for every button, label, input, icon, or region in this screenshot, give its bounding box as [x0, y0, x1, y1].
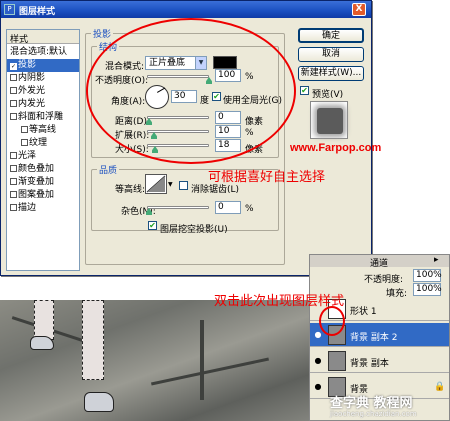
pavement-crack [150, 357, 270, 386]
style-list-item-label: 内阴影 [18, 73, 46, 83]
sneaker-right [84, 392, 114, 412]
style-checkbox[interactable] [10, 100, 17, 107]
style-list-item[interactable]: 光泽 [7, 150, 79, 163]
style-checkbox[interactable]: ✓ [10, 63, 17, 70]
leg-right [82, 300, 104, 380]
close-button[interactable]: X [352, 3, 366, 16]
style-list-item[interactable]: 内阴影 [7, 72, 79, 85]
cancel-button[interactable]: 取消 [298, 47, 364, 62]
watermark-text: 查字典 教程网 [330, 396, 413, 411]
drop-shadow-title: 投影 [91, 27, 114, 40]
quality-title: 品质 [97, 163, 120, 176]
contour-dropdown-arrow-icon[interactable]: ▼ [168, 180, 175, 190]
style-list-item[interactable]: 斜面和浮雕 [7, 111, 79, 124]
style-list-item[interactable]: 等高线 [7, 124, 79, 137]
style-checkbox[interactable] [10, 178, 17, 185]
eye-icon[interactable]: ● [313, 330, 323, 340]
preview-swatch [310, 101, 348, 139]
tab-channels[interactable]: 通道 [370, 256, 388, 269]
style-list-item-label: 图案叠加 [18, 190, 55, 200]
layer-opacity-label: 不透明度: [364, 275, 404, 285]
layer-fill-input[interactable]: 100% [413, 283, 442, 296]
style-list-item[interactable]: 颜色叠加 [7, 163, 79, 176]
layer-name[interactable]: 背景 副本 [350, 356, 389, 369]
layer-opacity-input[interactable]: 100% [413, 269, 442, 282]
style-list-item-label: 光泽 [18, 151, 37, 161]
style-list-item-label: 内发光 [18, 99, 46, 109]
leg-left [34, 300, 54, 340]
watermark-subtext: jiaocheng.chazidian.com [330, 410, 417, 418]
style-checkbox[interactable] [10, 165, 17, 172]
style-list-item[interactable]: 内发光 [7, 98, 79, 111]
contour-curve-icon [146, 175, 166, 193]
layer-thumbnail[interactable] [328, 351, 346, 371]
background-photo [0, 300, 310, 421]
style-list-item-label: 等高线 [29, 125, 57, 135]
style-list: 样式 混合选项:默认 ✓ 投影 内阴影 外发光 内发光 斜面和浮雕 等高线 纹理 光泽 颜色叠加 渐变… [6, 29, 80, 271]
contour-picker[interactable] [145, 174, 167, 194]
new-style-button[interactable]: 新建样式(W)... [298, 66, 364, 81]
style-checkbox[interactable] [10, 113, 17, 120]
style-list-item[interactable]: 纹理 [7, 137, 79, 150]
knockout-checkbox[interactable]: ✔ [148, 221, 157, 230]
panel-menu-icon[interactable]: ▸ [434, 255, 439, 265]
eye-icon[interactable]: ● [313, 356, 323, 366]
pavement-crack [200, 320, 204, 400]
style-checkbox[interactable] [10, 74, 17, 81]
style-list-item-label: 颜色叠加 [18, 164, 55, 174]
noise-percent: % [245, 204, 254, 214]
contour-label: 等高线: [115, 185, 146, 195]
noise-slider[interactable] [147, 206, 209, 209]
annotation-double-click: 双击此次出现图层样式 [214, 294, 345, 309]
preview-label: 预览(V) [312, 90, 344, 100]
lock-icon: 🔒 [434, 382, 446, 392]
layer-name[interactable]: 背景 副本 2 [350, 330, 397, 343]
style-checkbox[interactable] [10, 152, 17, 159]
style-list-item-label: 斜面和浮雕 [18, 112, 64, 122]
style-list-item-label: 描边 [18, 203, 37, 213]
watermark-url: www.Farpop.com [290, 142, 382, 154]
style-checkbox[interactable] [10, 191, 17, 198]
highlight-ellipse [86, 18, 296, 164]
anti-alias-checkbox[interactable] [179, 181, 188, 190]
style-list-item[interactable]: 外发光 [7, 85, 79, 98]
ok-button[interactable]: 确定 [298, 28, 364, 43]
style-checkbox[interactable] [10, 87, 17, 94]
style-checkbox[interactable] [21, 139, 28, 146]
layers-panel-tabs: 通道 ▸ [310, 255, 449, 269]
style-list-item-label: 渐变叠加 [18, 177, 55, 187]
style-list-item-label: 纹理 [29, 138, 48, 148]
highlight-ellipse-layer [319, 306, 345, 336]
preview-sample [317, 108, 343, 134]
layer-name[interactable]: 形状 1 [350, 304, 377, 317]
knockout-label: 图层挖空投影(U) [160, 225, 228, 235]
style-list-item[interactable]: ✓ 投影 [7, 59, 79, 72]
layer-row[interactable]: ● 背景 副本 [310, 349, 449, 373]
dialog-titlebar[interactable]: P 图层样式 X [1, 1, 371, 18]
sneaker-left [30, 336, 54, 350]
style-checkbox[interactable] [21, 126, 28, 133]
dialog-title: 图层样式 [19, 7, 56, 17]
style-list-item[interactable]: 渐变叠加 [7, 176, 79, 189]
style-list-item-label: 外发光 [18, 86, 46, 96]
style-list-header[interactable]: 样式 [7, 30, 79, 45]
photoshop-icon: P [4, 4, 15, 15]
style-list-item[interactable]: 图案叠加 [7, 189, 79, 202]
eye-icon[interactable]: ● [313, 382, 323, 392]
annotation-choose: 可根据喜好自主选择 [208, 170, 326, 185]
style-list-item-label: 投影 [18, 60, 37, 70]
style-list-item[interactable]: 混合选项:默认 [7, 46, 79, 59]
style-list-item[interactable]: 描边 [7, 202, 79, 215]
noise-input[interactable]: 0 [215, 201, 241, 214]
style-list-item-label: 混合选项:默认 [10, 47, 68, 57]
style-checkbox[interactable] [10, 204, 17, 211]
preview-checkbox[interactable]: ✔ [300, 86, 309, 95]
